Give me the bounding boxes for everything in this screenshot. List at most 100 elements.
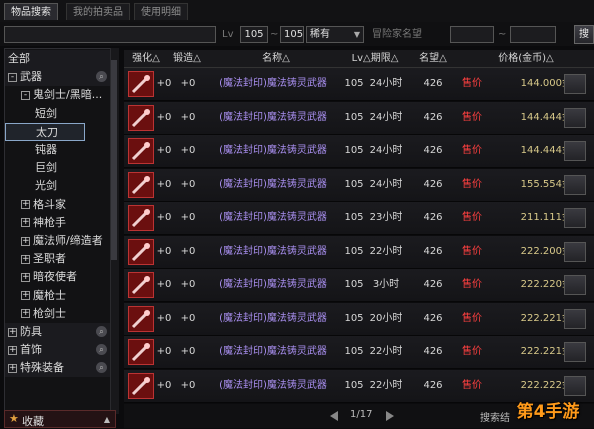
collapse-icon[interactable]: -	[8, 72, 17, 82]
header-price[interactable]: 价格(金币)△	[458, 50, 594, 67]
search-button[interactable]: 搜	[574, 25, 594, 44]
forge-cell: +0	[180, 279, 196, 290]
tree-item[interactable]: 全部	[5, 50, 115, 68]
tree-item[interactable]: + 格斗家	[5, 196, 115, 214]
fame-max-input[interactable]	[510, 26, 556, 43]
header-forge[interactable]: 锻造△	[168, 50, 206, 67]
expand-icon[interactable]: +	[21, 200, 30, 210]
buy-button[interactable]	[564, 308, 586, 329]
forge-cell: +0	[180, 78, 196, 89]
item-name-input[interactable]	[4, 26, 216, 43]
tree-item[interactable]: + 枪剑士	[5, 305, 115, 323]
chevron-down-icon: ▼	[353, 30, 360, 39]
weapon-icon[interactable]	[128, 205, 154, 231]
tab-my-auctions[interactable]: 我的拍卖品	[66, 3, 130, 20]
rarity-select-value: 稀有	[310, 29, 330, 40]
table-row[interactable]: +0 +0 (魔法封印)魔法铸灵武器 105 23小时 426 售价 211.111金币	[124, 202, 594, 235]
tree-scroll-thumb[interactable]	[111, 60, 117, 260]
expand-icon[interactable]: +	[8, 345, 17, 355]
tree-item[interactable]: - 鬼剑士/黑暗...	[5, 86, 115, 104]
seller-fame-label: 冒险家名望	[372, 29, 422, 40]
tree-item[interactable]: + 特殊装备 ⌕	[5, 359, 115, 378]
tree-item-label: 武器	[20, 70, 42, 84]
table-row[interactable]: +0 +0 (魔法封印)魔法铸灵武器 105 22小时 426 售价 222.200金币	[124, 235, 594, 269]
tree-item-label: 鬼剑士/黑暗...	[33, 88, 103, 102]
weapon-icon[interactable]	[128, 372, 154, 399]
item-name-cell: (魔法封印)魔法铸灵武器	[219, 212, 327, 223]
table-row[interactable]: +0 +0 (魔法封印)魔法铸灵武器 105 20小时 426 售价 222.221金币	[124, 302, 594, 336]
tab-usage-details[interactable]: 使用明细	[134, 3, 188, 20]
fame-min-input[interactable]	[450, 26, 494, 43]
buy-button[interactable]	[564, 141, 586, 161]
expand-icon[interactable]: +	[21, 309, 30, 319]
expand-icon[interactable]: +	[21, 272, 30, 282]
prev-page-icon[interactable]	[330, 411, 338, 421]
search-icon[interactable]: ⌕	[96, 344, 107, 356]
expand-icon[interactable]: +	[21, 254, 30, 264]
table-row[interactable]: +0 +0 (魔法封印)魔法铸灵武器 105 24小时 426 售价 144.444金币	[124, 101, 594, 135]
weapon-icon[interactable]	[128, 238, 154, 265]
duration-cell: 20小时	[369, 312, 403, 324]
level-min-input[interactable]: 105	[240, 26, 268, 43]
status-cell: 售价	[462, 379, 482, 391]
tree-item[interactable]: + 神枪手	[5, 214, 115, 232]
header-enhance[interactable]: 强化△	[124, 50, 168, 67]
buy-button[interactable]	[564, 174, 586, 195]
tree-item[interactable]: + 首饰 ⌕	[5, 341, 115, 360]
header-name[interactable]: 名称△	[206, 50, 346, 67]
weapon-icon[interactable]	[128, 104, 154, 131]
favorites-section[interactable]: ★ 收藏 ▲	[4, 410, 116, 428]
enhance-cell: +0	[156, 111, 172, 123]
expand-icon[interactable]: +	[8, 327, 17, 337]
table-row[interactable]: +0 +0 (魔法封印)魔法铸灵武器 105 24小时 426 售价 144.444金币	[124, 135, 594, 168]
table-row[interactable]: +0 +0 (魔法封印)魔法铸灵武器 105 24小时 426 售价 155.554金币	[124, 168, 594, 202]
expand-icon[interactable]: +	[8, 363, 17, 373]
triangle-up-icon[interactable]: ▲	[104, 415, 110, 424]
table-row[interactable]: +0 +0 (魔法封印)魔法铸灵武器 105 22小时 426 售价 222.221金币	[124, 336, 594, 369]
weapon-icon[interactable]	[128, 272, 154, 298]
expand-icon[interactable]: +	[21, 218, 30, 228]
weapon-icon[interactable]	[128, 138, 154, 164]
buy-button[interactable]	[564, 208, 586, 228]
tab-item-search[interactable]: 物品搜索	[4, 3, 58, 20]
table-row[interactable]: +0 +0 (魔法封印)魔法铸灵武器 105 24小时 426 售价 144.000金币	[124, 68, 594, 101]
expand-icon[interactable]: +	[21, 291, 30, 301]
search-icon[interactable]: ⌕	[96, 71, 107, 83]
header-fame[interactable]: 名望△	[408, 50, 458, 67]
tree-item[interactable]: 短剑	[5, 105, 115, 123]
tree-item[interactable]: 巨剑	[5, 159, 115, 177]
tree-item-label: 全部	[8, 52, 30, 65]
tree-item[interactable]: + 防具 ⌕	[5, 323, 115, 341]
buy-button[interactable]	[564, 342, 586, 362]
tree-item[interactable]: 钝器	[5, 141, 115, 159]
buy-button[interactable]	[564, 241, 586, 262]
weapon-icon[interactable]	[128, 171, 154, 198]
tree-item[interactable]: + 暗夜使者	[5, 268, 115, 286]
search-icon[interactable]: ⌕	[96, 326, 107, 337]
fame-cell: 426	[423, 279, 443, 290]
tree-item[interactable]: 太刀	[5, 122, 85, 141]
tree-item[interactable]: + 圣职者	[5, 250, 115, 268]
header-level-duration[interactable]: Lv△期限△	[342, 50, 408, 67]
expand-icon[interactable]: +	[21, 236, 30, 246]
weapon-icon[interactable]	[128, 305, 154, 332]
buy-button[interactable]	[564, 107, 586, 128]
search-icon[interactable]: ⌕	[96, 362, 107, 374]
buy-button[interactable]	[564, 74, 586, 94]
weapon-icon[interactable]	[128, 339, 154, 365]
collapse-icon[interactable]: -	[21, 90, 30, 100]
level-max-input[interactable]: 105	[280, 26, 304, 43]
weapon-icon[interactable]	[128, 71, 154, 97]
tree-item[interactable]: - 武器 ⌕	[5, 68, 115, 87]
tree-item[interactable]: + 魔法师/缔造者	[5, 232, 115, 250]
level-cell: 105	[344, 279, 364, 290]
buy-button[interactable]	[564, 275, 586, 295]
item-name-cell: (魔法封印)魔法铸灵武器	[219, 145, 327, 156]
table-row[interactable]: +0 +0 (魔法封印)魔法铸灵武器 105 3小时 426 售价 222.220金币	[124, 269, 594, 302]
item-name-cell: (魔法封印)魔法铸灵武器	[219, 178, 327, 190]
next-page-icon[interactable]	[386, 411, 394, 421]
buy-button[interactable]	[564, 375, 586, 396]
tree-item[interactable]: 光剑	[5, 177, 115, 195]
tree-item[interactable]: + 魔枪士	[5, 287, 115, 305]
rarity-select[interactable]: 稀有 ▼	[306, 26, 364, 43]
